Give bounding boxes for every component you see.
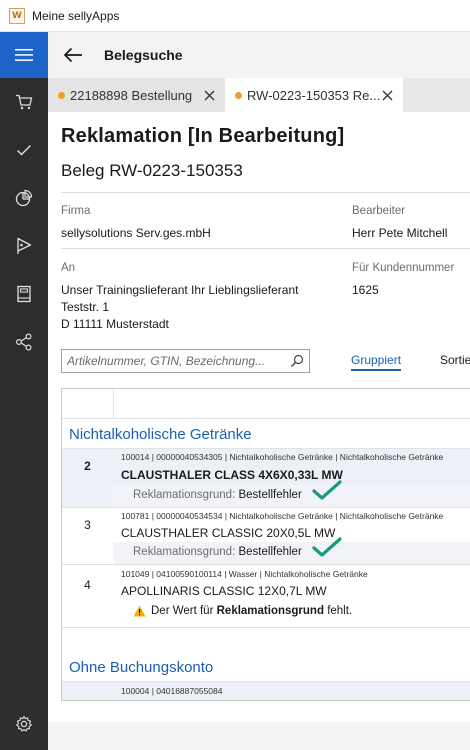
page-header: Belegsuche <box>48 32 470 78</box>
hamburger-menu-button[interactable] <box>0 32 48 78</box>
tab-sorted[interactable]: Sortie <box>440 353 470 367</box>
bearbeiter-label: Bearbeiter <box>352 205 406 217</box>
position-number: 3 <box>84 518 91 532</box>
divider <box>61 192 470 193</box>
pie-chart-icon <box>15 189 33 207</box>
tag-icon <box>17 237 32 254</box>
page-title: Belegsuche <box>104 47 183 63</box>
complaint-reason: Reklamationsgrund: Bestellfehler <box>133 546 302 558</box>
list-item[interactable]: 3 100781 | 00000040534534 | Nichtalkohol… <box>62 508 470 564</box>
sidebar-item-cart[interactable] <box>0 78 48 126</box>
gear-icon <box>16 715 32 732</box>
sidebar-item-settings[interactable] <box>0 706 48 742</box>
bottom-bar <box>48 722 470 750</box>
warning-icon <box>133 605 146 617</box>
tab-order[interactable]: 22188898 Bestellung <box>48 78 225 112</box>
complaint-reason: Reklamationsgrund: Bestellfehler <box>133 489 302 501</box>
unsaved-dot-icon <box>58 91 65 99</box>
book-icon <box>17 285 31 303</box>
bearbeiter-value: Herr Pete Mitchell <box>352 226 448 240</box>
unsaved-dot-icon <box>235 91 242 99</box>
tab-label: RW-0223-150353 Re... <box>247 87 381 103</box>
list-item[interactable]: 100004 | 04016887055084 <box>62 682 470 700</box>
validation-row: Der Wert für Reklamationsgrund fehlt. <box>113 600 470 624</box>
article-name: CLAUSTHALER CLASS 4X6X0,33L MW <box>121 468 343 482</box>
tab-close-button[interactable] <box>380 88 394 102</box>
complaint-reason-value: Bestellfehler <box>238 489 302 501</box>
recipient-line: Unser Trainingslieferant Ihr Lieblingsli… <box>61 283 299 297</box>
article-search-box <box>61 349 310 373</box>
window-titlebar: W Meine sellyApps <box>0 0 470 32</box>
sidebar-item-promotions[interactable] <box>0 222 48 270</box>
list-item[interactable]: 2 100014 | 00000040534305 | Nichtalkohol… <box>62 449 470 507</box>
tab-close-button[interactable] <box>202 88 216 102</box>
article-meta: 100781 | 00000040534534 | Nichtalkoholis… <box>121 511 444 521</box>
article-meta: 101049 | 04100590100114 | Wasser | Nicht… <box>121 569 368 579</box>
warning-text-prefix: Der Wert für <box>151 605 214 617</box>
group-header[interactable]: Nichtalkoholische Getränke <box>69 426 252 443</box>
sidebar-item-tasks[interactable] <box>0 126 48 174</box>
document-tabs: 22188898 Bestellung RW-0223-150353 Re... <box>48 78 470 112</box>
sidebar-item-catalog[interactable] <box>0 270 48 318</box>
article-name: CLAUSTHALER CLASSIC 20X0,5L MW <box>121 526 336 540</box>
list-item[interactable]: 4 101049 | 04100590100114 | Wasser | Nic… <box>62 565 470 627</box>
article-meta: 100014 | 00000040534305 | Nichtalkoholis… <box>121 452 444 462</box>
back-arrow-icon <box>63 47 82 63</box>
recipient-label: An <box>61 262 76 274</box>
sidebar-item-network[interactable] <box>0 318 48 366</box>
article-list: Nichtalkoholische Getränke 2 100014 | 00… <box>61 388 470 701</box>
group-header[interactable]: Ohne Buchungskonto <box>69 659 213 676</box>
document-content: Reklamation [In Bearbeitung] Beleg RW-02… <box>48 112 470 722</box>
network-icon <box>15 333 32 351</box>
search-icon[interactable] <box>290 354 304 368</box>
warning-text-suffix: fehlt. <box>327 605 353 617</box>
position-number: 2 <box>84 459 91 473</box>
sidebar-item-reports[interactable] <box>0 174 48 222</box>
divider <box>61 248 470 249</box>
position-number: 4 <box>84 578 91 592</box>
firma-label: Firma <box>61 205 91 217</box>
cart-icon <box>16 94 33 110</box>
close-icon <box>382 90 392 100</box>
complaint-reason-row[interactable]: Reklamationsgrund: Bestellfehler <box>113 480 470 507</box>
firma-value: sellysolutions Serv.ges.mbH <box>61 226 211 240</box>
tab-complaint[interactable]: RW-0223-150353 Re... <box>225 78 403 112</box>
complaint-reason-label: Reklamationsgrund: <box>133 546 236 558</box>
sidebar <box>0 32 48 750</box>
recipient-line: D 11111 Musterstadt <box>61 317 169 331</box>
document-title: Reklamation [In Bearbeitung] <box>61 125 345 147</box>
back-button[interactable] <box>61 43 85 67</box>
close-icon <box>204 90 214 100</box>
checkmark-icon <box>312 480 342 500</box>
app-logo-icon: W <box>9 7 25 24</box>
document-number: Beleg RW-0223-150353 <box>61 161 243 180</box>
customer-number-value: 1625 <box>352 283 379 297</box>
tab-grouped[interactable]: Gruppiert <box>351 353 401 367</box>
window-title: Meine sellyApps <box>32 8 120 23</box>
complaint-reason-label: Reklamationsgrund: <box>133 489 236 501</box>
complaint-reason-row[interactable]: Reklamationsgrund: Bestellfehler <box>113 537 470 564</box>
complaint-reason-value: Bestellfehler <box>238 546 302 558</box>
tab-label: 22188898 Bestellung <box>70 87 193 103</box>
list-header-row <box>62 389 470 419</box>
check-icon <box>17 145 31 156</box>
warning-field: Reklamationsgrund <box>216 605 324 617</box>
hamburger-icon <box>15 49 33 61</box>
active-tab-indicator <box>351 369 401 371</box>
article-meta: 100004 | 04016887055084 <box>121 686 223 696</box>
checkmark-icon <box>312 537 342 557</box>
article-name: APOLLINARIS CLASSIC 12X0,7L MW <box>121 584 327 598</box>
article-search-input[interactable] <box>67 350 287 372</box>
recipient-line: Teststr. 1 <box>61 300 110 314</box>
customer-number-label: Für Kundennummer <box>352 262 455 274</box>
validation-warning: Der Wert für Reklamationsgrund fehlt. <box>133 605 352 617</box>
